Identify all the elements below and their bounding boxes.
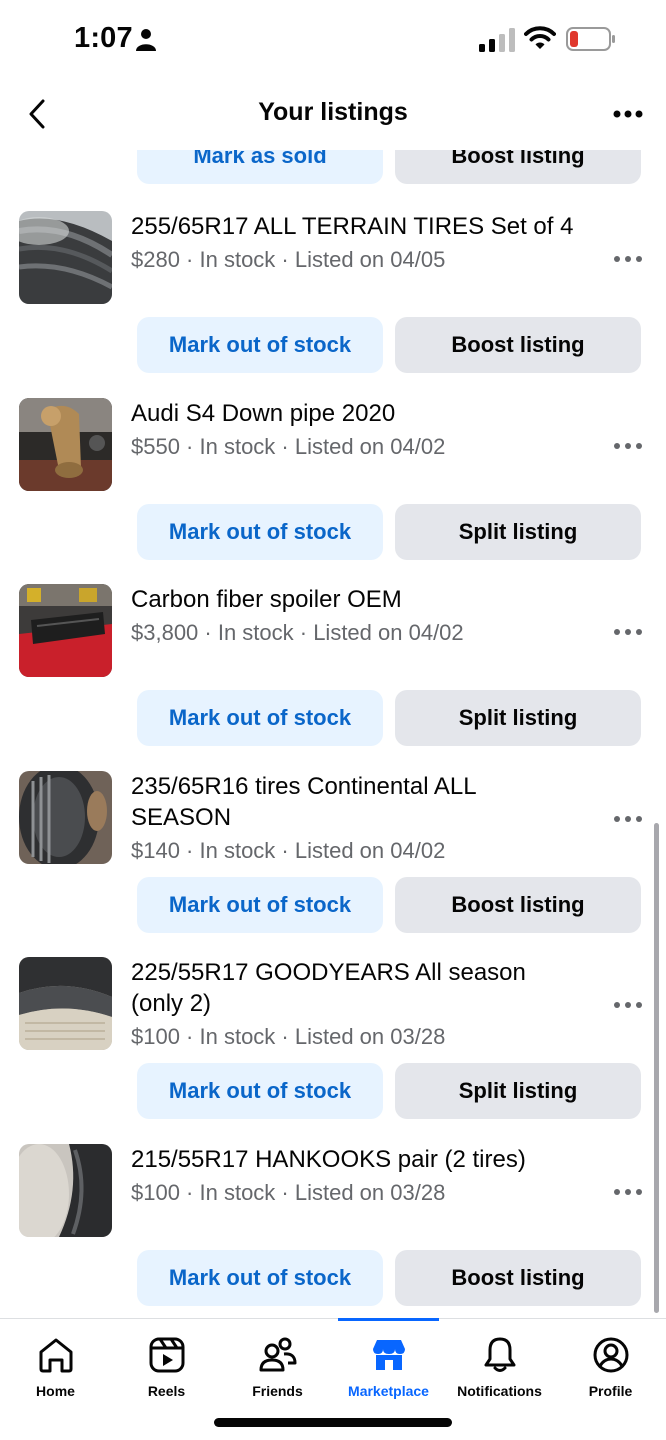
- listing-more-button[interactable]: [608, 436, 648, 456]
- split-listing-button[interactable]: Split listing: [395, 1063, 641, 1119]
- tab-label: Home: [36, 1383, 75, 1399]
- list-item[interactable]: Carbon fiber spoiler OEM $3,800 · In sto…: [0, 584, 666, 770]
- listing-more-button[interactable]: [608, 1182, 648, 1202]
- more-horizontal-icon: [614, 256, 642, 262]
- more-options-button[interactable]: [608, 102, 648, 126]
- listing-more-button[interactable]: [608, 249, 648, 269]
- boost-listing-button[interactable]: Boost listing: [395, 317, 641, 373]
- boost-listing-button[interactable]: Boost listing: [395, 1250, 641, 1306]
- profile-icon: [593, 1337, 628, 1373]
- home-indicator: [214, 1418, 452, 1427]
- listing-actions-partial: Mark as sold Boost listing: [0, 150, 666, 188]
- listing-meta: $3,800 · In stock · Listed on 04/02: [131, 620, 464, 645]
- more-horizontal-icon: [614, 443, 642, 449]
- split-listing-button[interactable]: Split listing: [395, 504, 641, 560]
- tab-profile[interactable]: Profile: [555, 1319, 666, 1409]
- listing-thumbnail[interactable]: [19, 584, 112, 677]
- list-item[interactable]: 255/65R17 ALL TERRAIN TIRES Set of 4 $28…: [0, 211, 666, 397]
- listing-thumbnail[interactable]: [19, 957, 112, 1050]
- more-horizontal-icon: [614, 816, 642, 822]
- listing-info: 225/55R17 GOODYEARS All season (only 2) …: [131, 957, 581, 1052]
- scrollbar[interactable]: [654, 823, 659, 1313]
- mark-out-of-stock-button[interactable]: Mark out of stock: [137, 317, 383, 373]
- person-icon: [136, 29, 156, 51]
- status-time: 1:07: [74, 22, 133, 54]
- mark-as-sold-button[interactable]: Mark as sold: [137, 150, 383, 184]
- tab-marketplace[interactable]: Marketplace: [333, 1319, 444, 1409]
- listing-meta: $280 · In stock · Listed on 04/05: [131, 247, 446, 272]
- tab-reels[interactable]: Reels: [111, 1319, 222, 1409]
- listing-title: 215/55R17 HANKOOKS pair (2 tires): [131, 1146, 526, 1173]
- listing-title: Carbon fiber spoiler OEM: [131, 586, 402, 613]
- tab-label: Marketplace: [348, 1383, 429, 1399]
- listing-info: 235/65R16 tires Continental ALL SEASON $…: [131, 771, 581, 866]
- signal-icon: [479, 28, 515, 52]
- mark-out-of-stock-button[interactable]: Mark out of stock: [137, 690, 383, 746]
- tab-label: Reels: [147, 1383, 186, 1399]
- more-horizontal-icon: [614, 1002, 642, 1008]
- list-item[interactable]: 215/55R17 HANKOOKS pair (2 tires) $100 ·…: [0, 1144, 666, 1318]
- tab-label: Friends: [252, 1383, 303, 1399]
- home-icon: [39, 1338, 72, 1373]
- listing-more-button[interactable]: [608, 995, 648, 1015]
- split-listing-button[interactable]: Split listing: [395, 690, 641, 746]
- listing-meta: $100 · In stock · Listed on 03/28: [131, 1180, 446, 1205]
- tab-label: Profile: [588, 1383, 633, 1399]
- more-horizontal-icon: [613, 110, 643, 118]
- listing-meta: $100 · In stock · Listed on 03/28: [131, 1024, 446, 1049]
- tab-home[interactable]: Home: [0, 1319, 111, 1409]
- listing-thumbnail[interactable]: [19, 771, 112, 864]
- tab-label: Notifications: [457, 1383, 542, 1399]
- listings-list[interactable]: Mark as sold Boost listing 255/65R17 ALL…: [0, 150, 666, 1318]
- friends-icon: [259, 1337, 296, 1372]
- listing-thumbnail[interactable]: [19, 211, 112, 304]
- boost-listing-button[interactable]: Boost listing: [395, 877, 641, 933]
- status-bar: 1:07: [0, 0, 666, 80]
- more-horizontal-icon: [614, 629, 642, 635]
- listing-thumbnail[interactable]: [19, 398, 112, 491]
- listing-meta: $550 · In stock · Listed on 04/02: [131, 434, 446, 459]
- listing-title: 255/65R17 ALL TERRAIN TIRES Set of 4: [131, 213, 574, 240]
- listing-info: 255/65R17 ALL TERRAIN TIRES Set of 4 $28…: [131, 211, 581, 275]
- bell-icon: [484, 1337, 515, 1372]
- listing-more-button[interactable]: [608, 809, 648, 829]
- listing-info: Audi S4 Down pipe 2020 $550 · In stock ·…: [131, 398, 581, 462]
- mark-out-of-stock-button[interactable]: Mark out of stock: [137, 1250, 383, 1306]
- listing-title: Audi S4 Down pipe 2020: [131, 400, 396, 427]
- page-title: Your listings: [258, 98, 408, 126]
- list-item[interactable]: 235/65R16 tires Continental ALL SEASON $…: [0, 771, 666, 957]
- active-tab-indicator: [338, 1318, 439, 1321]
- listing-thumbnail[interactable]: [19, 1144, 112, 1237]
- mark-out-of-stock-button[interactable]: Mark out of stock: [137, 1063, 383, 1119]
- tab-friends[interactable]: Friends: [222, 1319, 333, 1409]
- marketplace-icon: [372, 1340, 405, 1370]
- listing-more-button[interactable]: [608, 622, 648, 642]
- battery-low-icon: [566, 27, 615, 51]
- tab-notifications[interactable]: Notifications: [444, 1319, 555, 1409]
- listing-info: 215/55R17 HANKOOKS pair (2 tires) $100 ·…: [131, 1144, 581, 1208]
- listing-title: 225/55R17 GOODYEARS All season (only 2): [131, 959, 526, 1017]
- more-horizontal-icon: [614, 1189, 642, 1195]
- boost-listing-button[interactable]: Boost listing: [395, 150, 641, 184]
- listing-info: Carbon fiber spoiler OEM $3,800 · In sto…: [131, 584, 581, 648]
- reels-icon: [149, 1337, 184, 1373]
- list-item[interactable]: 225/55R17 GOODYEARS All season (only 2) …: [0, 957, 666, 1143]
- list-item[interactable]: Audi S4 Down pipe 2020 $550 · In stock ·…: [0, 398, 666, 584]
- header: Your listings: [0, 80, 666, 150]
- listing-title: 235/65R16 tires Continental ALL SEASON: [131, 773, 476, 831]
- wifi-icon: [524, 26, 556, 49]
- mark-out-of-stock-button[interactable]: Mark out of stock: [137, 877, 383, 933]
- mark-out-of-stock-button[interactable]: Mark out of stock: [137, 504, 383, 560]
- listing-meta: $140 · In stock · Listed on 04/02: [131, 838, 446, 863]
